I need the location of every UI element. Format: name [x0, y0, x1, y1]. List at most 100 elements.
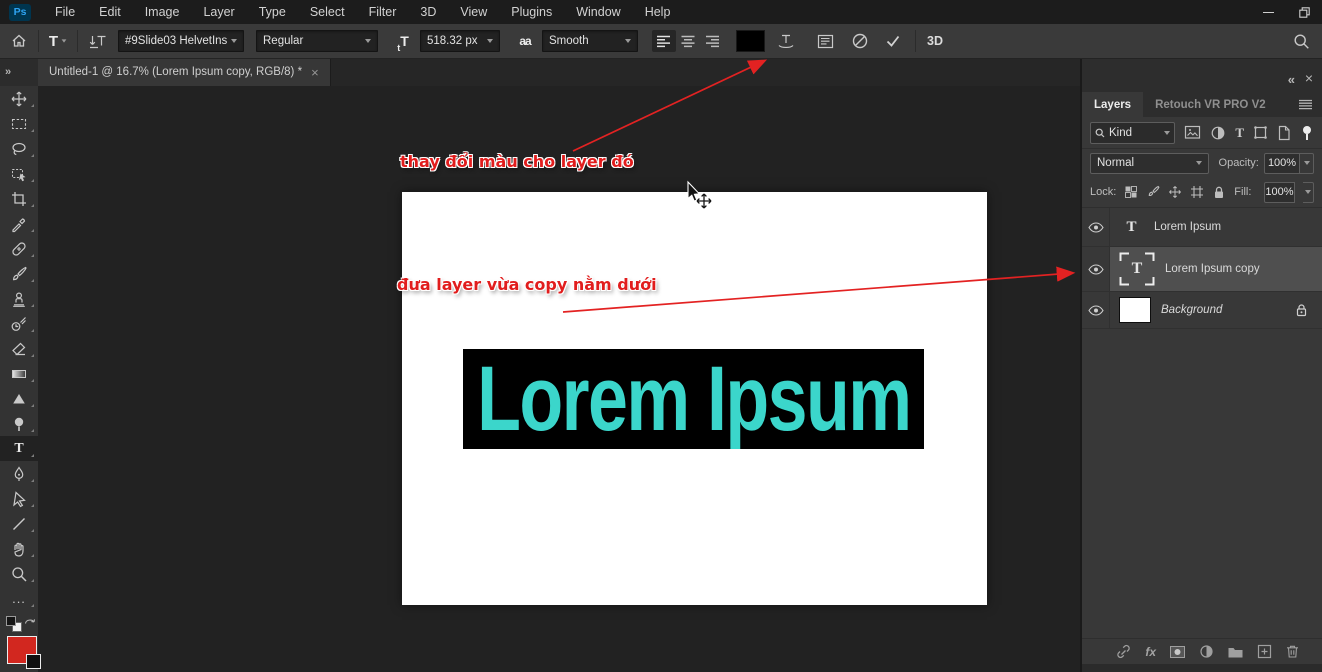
filter-type-button[interactable]: T: [1235, 125, 1244, 141]
font-family-select[interactable]: #9Slide03 HelvetIns: [118, 30, 244, 52]
move-tool[interactable]: [0, 86, 38, 111]
healing-brush-tool[interactable]: [0, 236, 38, 261]
toggle-panels-button[interactable]: [812, 29, 838, 53]
menu-3d[interactable]: 3D: [408, 0, 448, 24]
close-panel-button[interactable]: ×: [1305, 71, 1313, 85]
zoom-tool[interactable]: [0, 561, 38, 586]
menu-filter[interactable]: Filter: [357, 0, 409, 24]
menu-help[interactable]: Help: [633, 0, 683, 24]
font-size-select[interactable]: 518.32 px: [420, 30, 500, 52]
marquee-tool[interactable]: [0, 111, 38, 136]
align-right-button[interactable]: [700, 30, 724, 52]
commit-edits-button[interactable]: [880, 29, 906, 53]
align-left-button[interactable]: [652, 30, 676, 52]
filter-smart-object-button[interactable]: [1277, 125, 1291, 141]
tab-close-button[interactable]: ×: [311, 66, 319, 79]
background-layer-thumbnail[interactable]: [1119, 297, 1151, 323]
tab-layers[interactable]: Layers: [1082, 92, 1143, 117]
menu-type[interactable]: Type: [247, 0, 298, 24]
path-selection-tool[interactable]: [0, 486, 38, 511]
shape-tool[interactable]: [0, 386, 38, 411]
anti-alias-select[interactable]: Smooth: [542, 30, 638, 52]
type-tool-preset-button[interactable]: T: [45, 29, 71, 53]
menu-view[interactable]: View: [448, 0, 499, 24]
opacity-dropdown-button[interactable]: [1300, 153, 1314, 174]
warp-text-button[interactable]: [773, 29, 799, 53]
toolbar-collapse-button[interactable]: »: [0, 58, 38, 86]
lock-position-button[interactable]: [1168, 185, 1182, 199]
blend-mode-select[interactable]: Normal: [1090, 153, 1209, 174]
visibility-toggle[interactable]: [1082, 208, 1110, 246]
align-center-button[interactable]: [676, 30, 700, 52]
layer-row-body[interactable]: T Lorem Ipsum: [1110, 208, 1322, 246]
history-brush-tool[interactable]: [0, 311, 38, 336]
type-tool[interactable]: T: [0, 436, 38, 461]
opacity-input[interactable]: 100%: [1264, 153, 1300, 174]
document-tab[interactable]: Untitled-1 @ 16.7% (Lorem Ipsum copy, RG…: [38, 58, 331, 86]
menu-layer[interactable]: Layer: [191, 0, 246, 24]
filter-adjustment-button[interactable]: [1210, 125, 1226, 141]
restore-button[interactable]: [1286, 0, 1322, 24]
clone-stamp-tool[interactable]: [0, 286, 38, 311]
text-layer-thumbnail[interactable]: T: [1119, 217, 1144, 238]
lock-pixels-button[interactable]: [1146, 185, 1160, 199]
document-canvas[interactable]: Lorem Ipsum: [402, 192, 987, 605]
filter-kind-select[interactable]: Kind: [1090, 122, 1175, 144]
add-layer-mask-button[interactable]: [1169, 645, 1186, 659]
line-tool[interactable]: [0, 511, 38, 536]
pen-tool[interactable]: [0, 461, 38, 486]
new-layer-button[interactable]: [1257, 644, 1272, 659]
fill-dropdown-button[interactable]: [1303, 182, 1314, 203]
3d-mode-button[interactable]: 3D: [927, 34, 943, 48]
layer-row-lorem-ipsum[interactable]: T Lorem Ipsum: [1082, 208, 1322, 247]
layer-row-background[interactable]: Background: [1082, 292, 1322, 329]
minimize-button[interactable]: [1250, 0, 1286, 24]
layer-effects-button[interactable]: fx: [1145, 645, 1156, 659]
edit-toolbar-button[interactable]: ...: [0, 586, 38, 611]
visibility-toggle[interactable]: [1082, 247, 1110, 291]
layer-row-body-selected[interactable]: T Lorem Ipsum copy: [1110, 247, 1322, 291]
visibility-toggle[interactable]: [1082, 292, 1110, 328]
lock-all-button[interactable]: [1212, 185, 1226, 200]
link-layers-button[interactable]: [1115, 644, 1132, 659]
lasso-tool[interactable]: [0, 136, 38, 161]
home-button[interactable]: [6, 29, 32, 53]
cancel-edits-button[interactable]: [847, 29, 873, 53]
default-colors-icon[interactable]: [6, 616, 16, 626]
object-selection-tool[interactable]: [0, 161, 38, 186]
text-orientation-button[interactable]: [84, 29, 110, 53]
collapse-panel-button[interactable]: «: [1288, 72, 1295, 87]
lock-transparency-button[interactable]: [1124, 185, 1138, 199]
filter-shape-button[interactable]: [1253, 125, 1268, 140]
new-group-button[interactable]: [1227, 645, 1244, 659]
panel-menu-button[interactable]: [1298, 99, 1313, 110]
hand-tool[interactable]: [0, 536, 38, 561]
menu-select[interactable]: Select: [298, 0, 357, 24]
lock-artboard-button[interactable]: [1190, 185, 1204, 199]
menu-image[interactable]: Image: [133, 0, 192, 24]
brush-tool[interactable]: [0, 261, 38, 286]
new-adjustment-layer-button[interactable]: [1199, 644, 1214, 659]
gradient-tool[interactable]: [0, 361, 38, 386]
layer-row-body[interactable]: Background: [1110, 292, 1322, 328]
eyedropper-tool[interactable]: [0, 211, 38, 236]
fill-input[interactable]: 100%: [1264, 182, 1294, 203]
eraser-tool[interactable]: [0, 336, 38, 361]
filter-toggle-switch[interactable]: [1300, 125, 1314, 141]
tab-retouch-vr-pro[interactable]: Retouch VR PRO V2: [1143, 92, 1278, 117]
font-style-select[interactable]: Regular: [256, 30, 378, 52]
text-layer-thumbnail-selected[interactable]: T: [1119, 252, 1155, 286]
delete-layer-button[interactable]: [1285, 644, 1300, 659]
crop-tool[interactable]: [0, 186, 38, 211]
background-color-swatch[interactable]: [26, 654, 41, 669]
swap-colors-icon[interactable]: [23, 615, 37, 628]
menu-window[interactable]: Window: [564, 0, 632, 24]
menu-plugins[interactable]: Plugins: [499, 0, 564, 24]
menu-edit[interactable]: Edit: [87, 0, 133, 24]
filter-image-button[interactable]: [1184, 125, 1201, 140]
text-color-swatch[interactable]: [737, 31, 764, 51]
dodge-tool[interactable]: [0, 411, 38, 436]
layer-row-lorem-ipsum-copy[interactable]: T Lorem Ipsum copy: [1082, 247, 1322, 292]
menu-file[interactable]: File: [43, 0, 87, 24]
search-button[interactable]: [1288, 29, 1314, 53]
